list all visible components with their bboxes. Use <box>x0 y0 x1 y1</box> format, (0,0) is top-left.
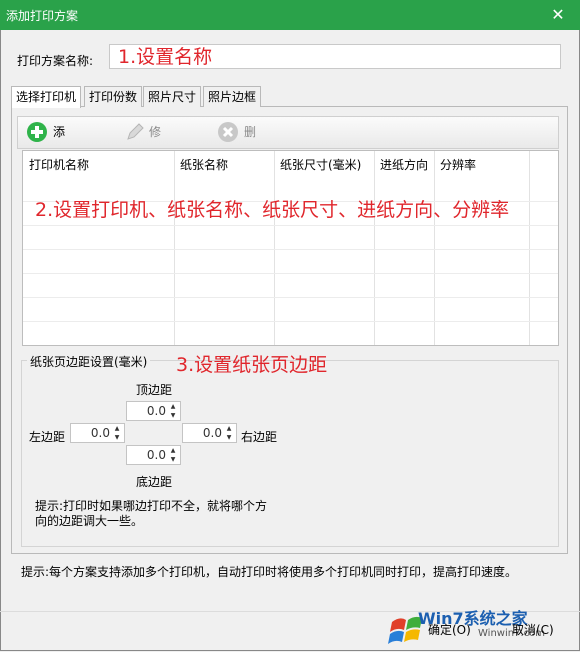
column-header-paper-size[interactable]: 纸张尺寸(毫米) <box>274 151 361 181</box>
bottom-margin-label: 底边距 <box>136 475 173 489</box>
column-header-resolution[interactable]: 分辨率 <box>434 151 476 181</box>
right-margin-label: 右边距 <box>241 430 278 444</box>
left-margin-label: 左边距 <box>29 430 66 444</box>
left-margin-spinner[interactable]: 0.0 ▲ ▼ <box>70 423 125 443</box>
bottom-margin-spinner[interactable]: 0.0 ▲ ▼ <box>126 445 181 465</box>
top-margin-label: 顶边距 <box>136 383 173 397</box>
close-icon[interactable]: ✕ <box>536 0 580 30</box>
spinner-arrows-icon[interactable]: ▲ ▼ <box>224 424 234 442</box>
scheme-name-label: 打印方案名称: <box>17 54 94 68</box>
tab-print-copies[interactable]: 打印份数 <box>84 86 143 107</box>
right-margin-spinner[interactable]: 0.0 ▲ ▼ <box>182 423 237 443</box>
margin-hint-line2: 向的边距调大一些。 <box>35 514 144 528</box>
annotation-set-margins: 3.设置纸张页边距 <box>176 354 328 376</box>
annotation-set-printer: 2.设置打印机、纸张名称、纸张尺寸、进纸方向、分辨率 <box>35 199 510 221</box>
printer-toolbar: 添加打印机 修改打印机 删除打印机 <box>17 116 559 263</box>
title-bar: 添加打印方案 ✕ <box>0 0 580 30</box>
annotation-set-name: 1.设置名称 <box>118 46 213 68</box>
margins-group-label: 纸张页边距设置(毫米) <box>27 353 151 370</box>
spinner-arrows-icon[interactable]: ▲ ▼ <box>168 402 178 420</box>
spinner-arrows-icon[interactable]: ▲ ▼ <box>112 424 122 442</box>
pencil-icon <box>127 123 144 140</box>
footer-hint: 提示:每个方案支持添加多个打印机，自动打印时将使用多个打印机同时打印，提高打印速… <box>21 565 518 579</box>
column-header-printer-name[interactable]: 打印机名称 <box>23 151 89 181</box>
tab-select-printer[interactable]: 选择打印机 <box>11 86 82 108</box>
printer-table[interactable]: 打印机名称 纸张名称 纸张尺寸(毫米) 进纸方向 分辨率 <box>22 150 559 346</box>
top-margin-spinner[interactable]: 0.0 ▲ ▼ <box>126 401 181 421</box>
tab-photo-size[interactable]: 照片尺寸 <box>143 86 202 107</box>
add-icon <box>27 122 47 142</box>
column-header-paper-name[interactable]: 纸张名称 <box>174 151 228 181</box>
ok-button[interactable]: 确定(O) <box>428 618 471 642</box>
column-header-feed-direction[interactable]: 进纸方向 <box>374 151 428 181</box>
spinner-arrows-icon[interactable]: ▲ ▼ <box>168 446 178 464</box>
window-title: 添加打印方案 <box>6 9 79 23</box>
cancel-button[interactable]: 取消(C) <box>512 618 554 642</box>
tab-photo-border[interactable]: 照片边框 <box>203 86 262 107</box>
delete-icon <box>218 122 238 142</box>
